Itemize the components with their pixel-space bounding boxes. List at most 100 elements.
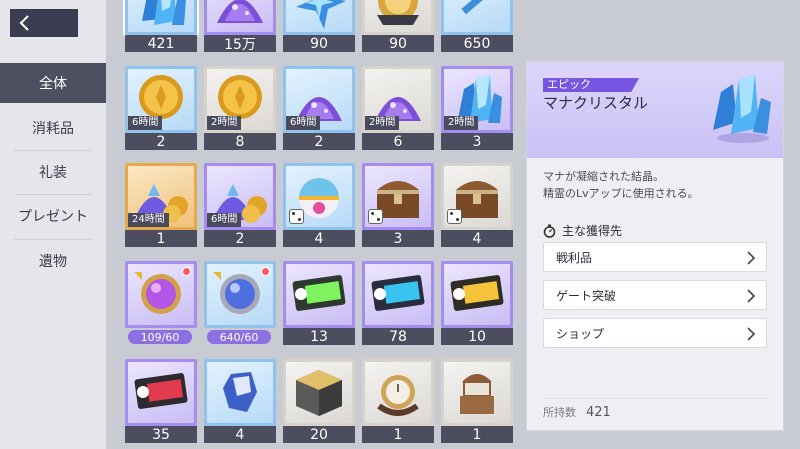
item-tile[interactable] <box>283 359 355 426</box>
chevron-right-icon <box>747 289 756 303</box>
detail-header: エピック マナクリスタル <box>527 62 783 158</box>
category-tab[interactable]: 礼装 <box>0 152 106 192</box>
item-tile[interactable] <box>204 0 276 35</box>
item-detail-panel: エピック マナクリスタル マナが凝縮された結晶。 精霊のLvアップに使用される。… <box>527 62 783 430</box>
item-tile[interactable]: 6時間 <box>125 66 197 133</box>
item-slot[interactable]: 6時間 2 <box>283 66 355 150</box>
item-tile[interactable] <box>283 261 355 328</box>
category-tab[interactable]: 消耗品 <box>0 108 106 148</box>
dice-icon <box>289 209 304 224</box>
item-slot[interactable]: 13 <box>283 261 355 345</box>
time-limit-tag: 6時間 <box>286 116 321 130</box>
item-quantity: 35 <box>125 426 197 443</box>
item-slot[interactable]: 20 <box>283 359 355 443</box>
item-slot[interactable]: 78 <box>362 261 434 345</box>
item-slot[interactable]: 35 <box>125 359 197 443</box>
item-tile[interactable] <box>441 359 513 426</box>
item-name: マナクリスタル <box>543 94 649 112</box>
item-slot[interactable]: 90 <box>362 0 434 52</box>
item-tile[interactable]: 2時間 <box>204 66 276 133</box>
item-tile[interactable]: 2時間 <box>441 66 513 133</box>
source-label: ゲート突破 <box>556 288 617 303</box>
item-tile[interactable] <box>362 163 434 230</box>
item-slot[interactable]: 24時間 1 <box>125 163 197 247</box>
item-tile[interactable] <box>441 261 513 328</box>
item-tile[interactable] <box>441 163 513 230</box>
item-slot[interactable]: 2時間 3 <box>441 66 513 150</box>
item-slot[interactable]: 421 <box>123 0 199 52</box>
item-slot[interactable]: 10 <box>441 261 513 345</box>
item-tile[interactable] <box>362 0 434 35</box>
item-slot[interactable]: 109/60 <box>125 261 197 345</box>
category-tab[interactable]: 遺物 <box>0 241 106 281</box>
item-quantity: 15万 <box>204 35 276 53</box>
source-button-gate[interactable]: ゲート突破 <box>543 280 767 310</box>
rarity-badge: エピック <box>543 78 639 92</box>
item-quantity: 1 <box>125 230 197 247</box>
item-slot[interactable]: 90 <box>283 0 355 52</box>
item-quantity: 6 <box>362 133 434 150</box>
divider <box>14 150 92 151</box>
item-quantity: 4 <box>204 426 276 443</box>
item-quantity: 90 <box>362 35 434 52</box>
description-line: 精霊のLvアップに使用される。 <box>543 187 699 200</box>
item-slot[interactable]: 1 <box>441 359 513 443</box>
held-value: 421 <box>586 405 611 420</box>
item-tile[interactable] <box>125 261 197 328</box>
notification-dot <box>261 267 270 276</box>
item-tile[interactable]: 6時間 <box>283 66 355 133</box>
item-tile[interactable]: 2時間 <box>362 66 434 133</box>
blue-crystal-icon <box>713 74 771 143</box>
description-line: マナが凝縮された結晶。 <box>543 170 664 183</box>
item-slot[interactable]: 4 <box>204 359 276 443</box>
item-slot[interactable]: 650 <box>441 0 513 52</box>
item-slot[interactable]: 1 <box>362 359 434 443</box>
category-sidebar: 全体消耗品 礼装 プレゼント遺物 <box>0 0 106 449</box>
item-quantity: 4 <box>283 230 355 247</box>
time-limit-tag: 6時間 <box>207 213 242 227</box>
item-tile[interactable] <box>204 359 276 426</box>
back-button[interactable] <box>10 9 78 37</box>
item-tile[interactable]: 24時間 <box>125 163 197 230</box>
source-button-loot[interactable]: 戦利品 <box>543 242 767 272</box>
item-tile[interactable] <box>362 359 434 426</box>
divider <box>14 239 92 240</box>
item-quantity: 2 <box>125 133 197 150</box>
item-quantity: 13 <box>283 328 355 345</box>
chevron-left-icon <box>19 15 29 31</box>
dice-icon <box>368 209 383 224</box>
compass-icon <box>543 224 556 238</box>
item-tile[interactable] <box>283 163 355 230</box>
item-quantity: 10 <box>441 328 513 345</box>
source-label: 戦利品 <box>556 250 593 265</box>
item-slot[interactable]: 2時間 6 <box>362 66 434 150</box>
item-slot[interactable]: 4 <box>283 163 355 247</box>
item-tile[interactable] <box>125 359 197 426</box>
fragment-count-pill: 109/60 <box>128 330 192 344</box>
item-slot[interactable]: 4 <box>441 163 513 247</box>
category-tab[interactable]: プレゼント <box>0 196 106 236</box>
item-tile[interactable] <box>362 261 434 328</box>
item-tile[interactable] <box>123 0 199 37</box>
time-limit-tag: 2時間 <box>365 116 400 130</box>
item-slot[interactable]: 640/60 <box>204 261 276 345</box>
item-quantity: 4 <box>441 230 513 247</box>
notification-dot <box>182 267 191 276</box>
item-tile[interactable]: 6時間 <box>204 163 276 230</box>
source-button-shop[interactable]: ショップ <box>543 318 767 348</box>
item-slot[interactable]: 6時間 2 <box>204 163 276 247</box>
sources-heading: 主な獲得先 <box>543 222 622 239</box>
item-slot[interactable]: 6時間 2 <box>125 66 197 150</box>
sources-title: 主な獲得先 <box>562 224 623 238</box>
category-tab[interactable]: 全体 <box>0 63 106 103</box>
item-slot[interactable]: 3 <box>362 163 434 247</box>
item-slot[interactable]: 15万 <box>204 0 276 53</box>
item-tile[interactable] <box>441 0 513 35</box>
item-quantity: 421 <box>125 35 197 52</box>
item-quantity: 650 <box>441 35 513 52</box>
item-tile[interactable] <box>283 0 355 35</box>
item-tile[interactable] <box>204 261 276 328</box>
chevron-right-icon <box>747 251 756 265</box>
item-slot[interactable]: 2時間 8 <box>204 66 276 150</box>
item-quantity: 2 <box>204 230 276 247</box>
